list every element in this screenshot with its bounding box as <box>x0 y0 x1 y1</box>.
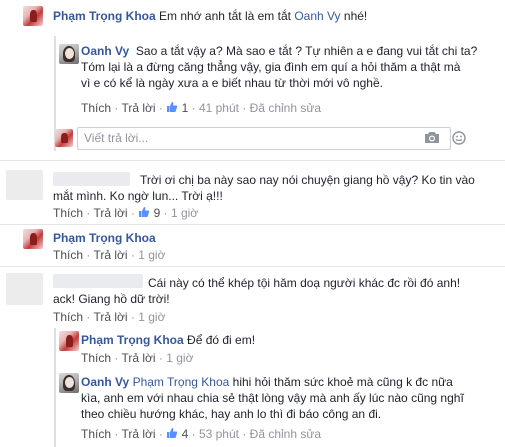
like-button[interactable]: Thích <box>81 427 111 441</box>
comment-text: Cái này có thể khép tội hăm doạ người kh… <box>148 276 461 290</box>
timestamp[interactable]: 1 giờ <box>171 206 198 220</box>
thumbs-up-icon <box>167 102 178 112</box>
like-button[interactable]: Thích <box>81 101 111 115</box>
edited-label[interactable]: Đã chỉnh sửa <box>250 101 321 115</box>
comment-line: kìa, anh em với nhau chia sẻ thật lòng v… <box>81 391 464 405</box>
comment-line: Tóm lại là a đừng căng thẳng vậy, gia đì… <box>81 60 461 74</box>
avatar <box>55 129 73 147</box>
avatar[interactable] <box>6 170 43 200</box>
like-button[interactable]: Thích <box>53 248 83 262</box>
reply-button[interactable]: Trả lời <box>121 101 155 115</box>
comment-actions: Thích · Trả lời · 4 · 53 phút · Đã chỉnh… <box>81 427 322 441</box>
comment-actions: Thích · Trả lời · 9 · 1 giờ <box>53 206 199 220</box>
avatar[interactable] <box>23 229 43 249</box>
divider <box>0 224 505 225</box>
timestamp[interactable]: 1 giờ <box>166 351 193 365</box>
reply-text: Phạm Trọng Khoa Để đó đi em! <box>81 332 255 348</box>
comment-text: mắt mình. Ko ngờ lun... Trời ạ!!! <box>53 189 223 203</box>
comment-text: ack! Giang hồ dữ trời! <box>53 292 170 306</box>
avatar[interactable] <box>59 331 79 351</box>
reply-text: Oanh Vy Sao a tắt vậy a? Mà sao e tắt ? … <box>81 43 501 91</box>
avatar[interactable] <box>6 273 43 305</box>
like-button[interactable]: Thích <box>53 310 83 324</box>
thumbs-up-icon <box>167 428 178 438</box>
comment-line: theo chiều hướng khác, hay anh lo thì đi… <box>81 407 382 421</box>
like-button[interactable]: Thích <box>53 206 83 220</box>
comment-line: Trời ơi chị ba này sao nay nói chuyện gi… <box>140 173 475 187</box>
author-name-hidden[interactable] <box>53 172 130 186</box>
reply-button[interactable]: Trả lời <box>93 310 127 324</box>
comment-body: Để đó đi em! <box>187 333 256 347</box>
timestamp[interactable]: 1 giờ <box>138 310 165 324</box>
timestamp[interactable]: 53 phút <box>199 427 239 441</box>
avatar[interactable] <box>23 6 43 26</box>
comment-text: Phạm Trọng Khoa <box>53 230 156 246</box>
author-name[interactable]: Oanh Vy <box>81 44 129 58</box>
comment-line: Sao a tắt vậy a? Mà sao e tắt ? Tự nhiên… <box>135 44 478 58</box>
reply-button[interactable]: Trả lời <box>93 248 127 262</box>
avatar[interactable] <box>59 44 79 64</box>
comment-actions: Thích · Trả lời · 1 giờ <box>81 351 194 365</box>
thumbs-up-icon <box>139 207 150 217</box>
author-name-hidden[interactable] <box>53 274 143 288</box>
comment-actions: Thích · Trả lời · 1 giờ <box>53 248 166 262</box>
timestamp[interactable]: 1 giờ <box>138 248 165 262</box>
reply-box <box>77 127 466 150</box>
avatar[interactable] <box>59 373 79 393</box>
mention-link[interactable]: Oanh Vy <box>294 9 340 23</box>
like-count[interactable]: 4 <box>182 427 189 441</box>
comment-text: Phạm Trọng Khoa Em nhớ anh tắt là em tắt… <box>53 8 367 24</box>
divider <box>0 266 505 267</box>
timestamp[interactable]: 41 phút <box>199 101 239 115</box>
like-count[interactable]: 1 <box>182 101 189 115</box>
author-name[interactable]: Phạm Trọng Khoa <box>81 333 184 347</box>
reply-thread-line <box>54 328 56 447</box>
reply-text: Oanh Vy Phạm Trọng Khoa hihi hỏi thăm sứ… <box>81 374 505 422</box>
emoji-icon[interactable] <box>452 131 466 145</box>
comment-body-end: nhé! <box>340 9 368 23</box>
comment-text: Trời ơi chị ba này sao nay nói chuyện gi… <box>140 172 475 188</box>
comment-line: vì e có kể là ngày xưa a e biết nhau từ … <box>81 76 383 90</box>
author-name[interactable]: Phạm Trọng Khoa <box>53 9 156 23</box>
comment-actions: Thích · Trả lời · 1 · 41 phút · Đã chỉnh… <box>81 101 322 115</box>
reply-input[interactable] <box>78 128 384 147</box>
author-name[interactable]: Phạm Trọng Khoa <box>53 231 156 245</box>
like-count[interactable]: 9 <box>154 206 161 220</box>
mention-link[interactable]: Phạm Trọng Khoa <box>133 375 230 389</box>
divider <box>0 160 505 161</box>
reply-button[interactable]: Trả lời <box>121 427 155 441</box>
camera-icon[interactable] <box>424 131 440 144</box>
reply-button[interactable]: Trả lời <box>121 351 155 365</box>
author-name[interactable]: Oanh Vy <box>81 375 129 389</box>
comment-line: hihi hỏi thăm sức khoẻ mà cũng k đc nữa <box>229 375 453 389</box>
edited-label[interactable]: Đã chỉnh sửa <box>250 427 321 441</box>
reply-button[interactable]: Trả lời <box>93 206 127 220</box>
like-button[interactable]: Thích <box>81 351 111 365</box>
comment-actions: Thích · Trả lời · 1 giờ <box>53 310 166 324</box>
comment-body: Em nhớ anh tắt là em tắt <box>159 9 295 23</box>
